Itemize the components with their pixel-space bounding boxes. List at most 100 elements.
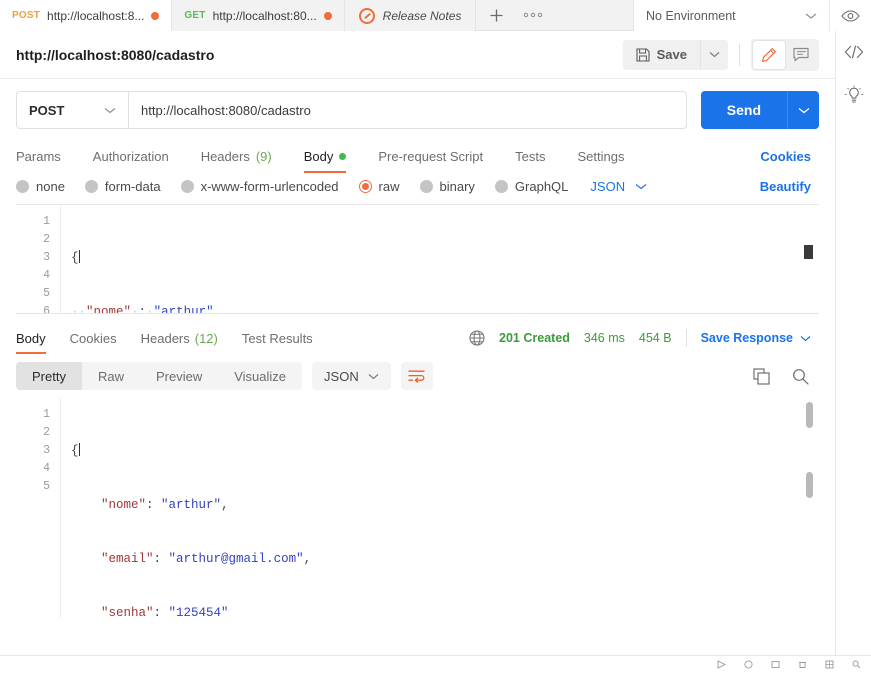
code-line: ··"nome"·:·"arthur", <box>71 305 222 314</box>
send-label: Send <box>726 102 761 118</box>
tab-body[interactable]: Body <box>303 139 361 173</box>
tab-headers[interactable]: Headers (9) <box>201 139 286 173</box>
chevron-down-icon <box>368 373 379 380</box>
response-scroll-thumb[interactable] <box>806 402 813 428</box>
status-bar-icon-4[interactable] <box>798 660 807 669</box>
environment-quick-look-button[interactable] <box>829 0 871 31</box>
tab-authorization[interactable]: Authorization <box>93 139 183 173</box>
tab-settings[interactable]: Settings <box>577 139 638 173</box>
code-line: "nome": "arthur", <box>101 498 229 512</box>
radio-label: raw <box>378 179 400 194</box>
tab-pre-request-script[interactable]: Pre-request Script <box>378 139 497 173</box>
view-mode-visualize[interactable]: Visualize <box>218 362 302 390</box>
save-label: Save <box>656 47 687 62</box>
body-type-graphql[interactable]: GraphQL <box>494 179 568 194</box>
postman-window: POST http://localhost:8... GET http://lo… <box>0 0 871 673</box>
tab-params[interactable]: Params <box>16 139 75 173</box>
release-notes-tab[interactable]: Release Notes <box>344 0 477 31</box>
view-mode-pretty[interactable]: Pretty <box>16 362 82 390</box>
send-button[interactable]: Send <box>700 91 787 129</box>
body-type-none[interactable]: none <box>16 179 65 194</box>
word-wrap-toggle[interactable] <box>400 362 433 390</box>
status-bar-icon-1[interactable] <box>717 660 726 669</box>
body-type-binary[interactable]: binary <box>419 179 475 194</box>
tab-label: Body <box>303 148 334 164</box>
radio-icon <box>16 180 29 193</box>
save-options-button[interactable] <box>700 39 728 70</box>
bulb-documentation-icon[interactable] <box>844 85 864 105</box>
send-options-button[interactable] <box>787 91 819 129</box>
tab-count: (9) <box>255 148 272 164</box>
response-body-code[interactable]: { "nome": "arthur", "email": "arthur@gma… <box>60 398 819 618</box>
release-notes-icon <box>358 7 375 24</box>
line-number: 1 <box>43 215 50 228</box>
status-bar-icon-5[interactable] <box>825 660 834 669</box>
request-mode-toggle <box>751 38 819 71</box>
request-tab-1[interactable]: GET http://localhost:80... <box>172 0 345 31</box>
status-bar-icon-2[interactable] <box>744 660 753 669</box>
chevron-down-icon <box>800 335 811 342</box>
response-scroll-thumb-lower[interactable] <box>806 472 813 498</box>
tab-label: Pre-request Script <box>378 148 484 164</box>
response-format-select[interactable]: JSON <box>312 362 391 390</box>
release-notes-label: Release Notes <box>382 8 462 23</box>
request-tab-0[interactable]: POST http://localhost:8... <box>0 0 173 31</box>
right-sidebar <box>835 31 871 655</box>
view-mode-preview[interactable]: Preview <box>140 362 218 390</box>
body-type-form-data[interactable]: form-data <box>84 179 161 194</box>
radio-icon <box>494 180 508 193</box>
response-tab-test-results[interactable]: Test Results <box>242 320 313 356</box>
raw-format-select[interactable]: JSON <box>590 179 647 194</box>
tab-count: (12) <box>194 330 218 346</box>
tab-options-button[interactable] <box>516 0 550 30</box>
edit-pencil-button[interactable] <box>753 40 785 69</box>
response-code-area: 1 2 3 4 5 { "nome": "arthur", "email": "… <box>16 398 819 618</box>
beautify-button[interactable]: Beautify <box>760 179 819 194</box>
view-mode-raw[interactable]: Raw <box>82 362 140 390</box>
environment-selector[interactable]: No Environment <box>634 0 829 31</box>
new-tab-button[interactable] <box>476 0 516 30</box>
response-tab-body[interactable]: Body <box>16 320 46 356</box>
status-bar-icon-3[interactable] <box>771 660 780 669</box>
radio-icon <box>419 180 433 193</box>
body-type-row: none form-data x-www-form-urlencoded raw… <box>0 173 835 204</box>
response-tab-headers[interactable]: Headers (12) <box>141 320 218 356</box>
line-number: 5 <box>43 480 50 493</box>
url-value: http://localhost:8080/cadastro <box>141 102 311 118</box>
chevron-down-icon <box>709 51 720 58</box>
body-type-raw[interactable]: raw <box>358 179 400 194</box>
globe-icon[interactable] <box>469 330 485 346</box>
copy-button[interactable] <box>753 367 770 385</box>
tab-label: Test Results <box>241 330 313 346</box>
response-meta: 201 Created 346 ms 454 B Save Response <box>469 329 819 347</box>
request-body-code[interactable]: { ··"nome"·:·"arthur", ··"email"·:·"arth… <box>60 205 819 313</box>
request-line-numbers: 1 2 3 4 5 6 <box>16 205 60 313</box>
response-editor-scrollbar[interactable] <box>805 398 819 618</box>
response-format-bar: Pretty Raw Preview Visualize JSON <box>0 356 835 396</box>
response-tab-cookies[interactable]: Cookies <box>70 320 117 356</box>
raw-format-value: JSON <box>590 179 626 194</box>
line-number: 1 <box>43 408 50 421</box>
save-response-button[interactable]: Save Response <box>701 331 811 345</box>
code-line: { <box>71 443 80 458</box>
body-type-x-www-form-urlencoded[interactable]: x-www-form-urlencoded <box>180 179 339 194</box>
comments-button[interactable] <box>785 41 817 69</box>
status-bar-icon-6[interactable] <box>852 660 861 669</box>
radio-icon <box>180 180 194 193</box>
cookies-link[interactable]: Cookies <box>760 149 819 164</box>
url-input[interactable]: http://localhost:8080/cadastro <box>128 91 687 129</box>
divider <box>685 329 687 347</box>
response-time: 346 ms <box>583 331 625 345</box>
line-number: 6 <box>43 305 50 314</box>
response-body-editor[interactable]: 1 2 3 4 5 { "nome": "arthur", "email": "… <box>16 398 819 618</box>
request-editor-scrollbar[interactable] <box>804 205 819 313</box>
request-body-editor[interactable]: 1 2 3 4 5 6 { ··"nome"·:·"arthur", ··"em… <box>16 204 819 314</box>
response-view-modes: Pretty Raw Preview Visualize <box>16 362 303 390</box>
code-snippet-icon[interactable] <box>844 45 864 59</box>
tab-label: Headers <box>200 148 250 164</box>
search-button[interactable] <box>792 368 809 385</box>
tab-tests[interactable]: Tests <box>515 139 559 173</box>
save-button[interactable]: Save <box>622 39 700 70</box>
tab-title: http://localhost:8... <box>47 8 145 23</box>
http-method-select[interactable]: POST <box>16 91 128 129</box>
